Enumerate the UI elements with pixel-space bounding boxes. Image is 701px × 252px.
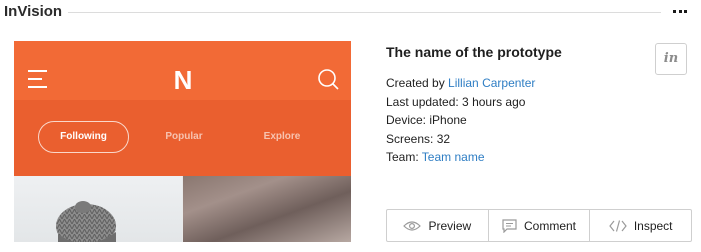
search-icon: [318, 69, 339, 90]
prototype-thumbnail[interactable]: N Following Popular Explore: [14, 41, 351, 242]
screens-count: Screens: 32: [386, 131, 451, 146]
card-title: InVision: [4, 3, 63, 20]
created-by-row: Created by Lillian Carpenter: [386, 74, 676, 93]
comment-button[interactable]: Comment: [487, 210, 590, 241]
invision-logo-button[interactable]: in: [655, 43, 687, 75]
header-divider: [68, 12, 661, 13]
created-by-label: Created by: [386, 76, 449, 90]
team-link[interactable]: Team name: [422, 150, 485, 164]
code-icon: [609, 219, 627, 232]
inspect-button[interactable]: Inspect: [589, 210, 691, 241]
comment-button-label: Comment: [524, 218, 577, 233]
app-tab-bar: Following Popular Explore: [14, 100, 351, 176]
app-logo: N: [173, 65, 193, 95]
eye-icon: [403, 220, 422, 231]
photo-beanie: [14, 176, 182, 242]
device-info: Device: iPhone: [386, 113, 467, 127]
beanie-image: [56, 201, 116, 242]
last-updated: Last updated: 3 hours ago: [386, 94, 526, 109]
card-header: InVision: [0, 0, 701, 24]
tab-following: Following: [38, 121, 129, 153]
hamburger-menu-icon: [28, 70, 47, 88]
team-label: Team:: [386, 150, 422, 164]
tab-explore: Explore: [263, 131, 301, 142]
creator-link[interactable]: Lillian Carpenter: [448, 76, 535, 90]
action-button-group: Preview Comment Inspect: [386, 209, 692, 242]
prototype-name[interactable]: The name of the prototype: [386, 44, 676, 66]
comment-icon: [502, 218, 517, 233]
photo-abstract: [183, 176, 351, 242]
tab-popular: Popular: [165, 131, 203, 142]
preview-button-label: Preview: [428, 218, 472, 233]
prototype-info: The name of the prototype Created by Lil…: [386, 40, 676, 167]
more-options-icon[interactable]: [673, 10, 687, 14]
app-header-bar: N: [14, 41, 351, 100]
inspect-button-label: Inspect: [633, 218, 673, 233]
preview-button[interactable]: Preview: [387, 210, 488, 241]
team-row: Team: Team name: [386, 148, 676, 167]
